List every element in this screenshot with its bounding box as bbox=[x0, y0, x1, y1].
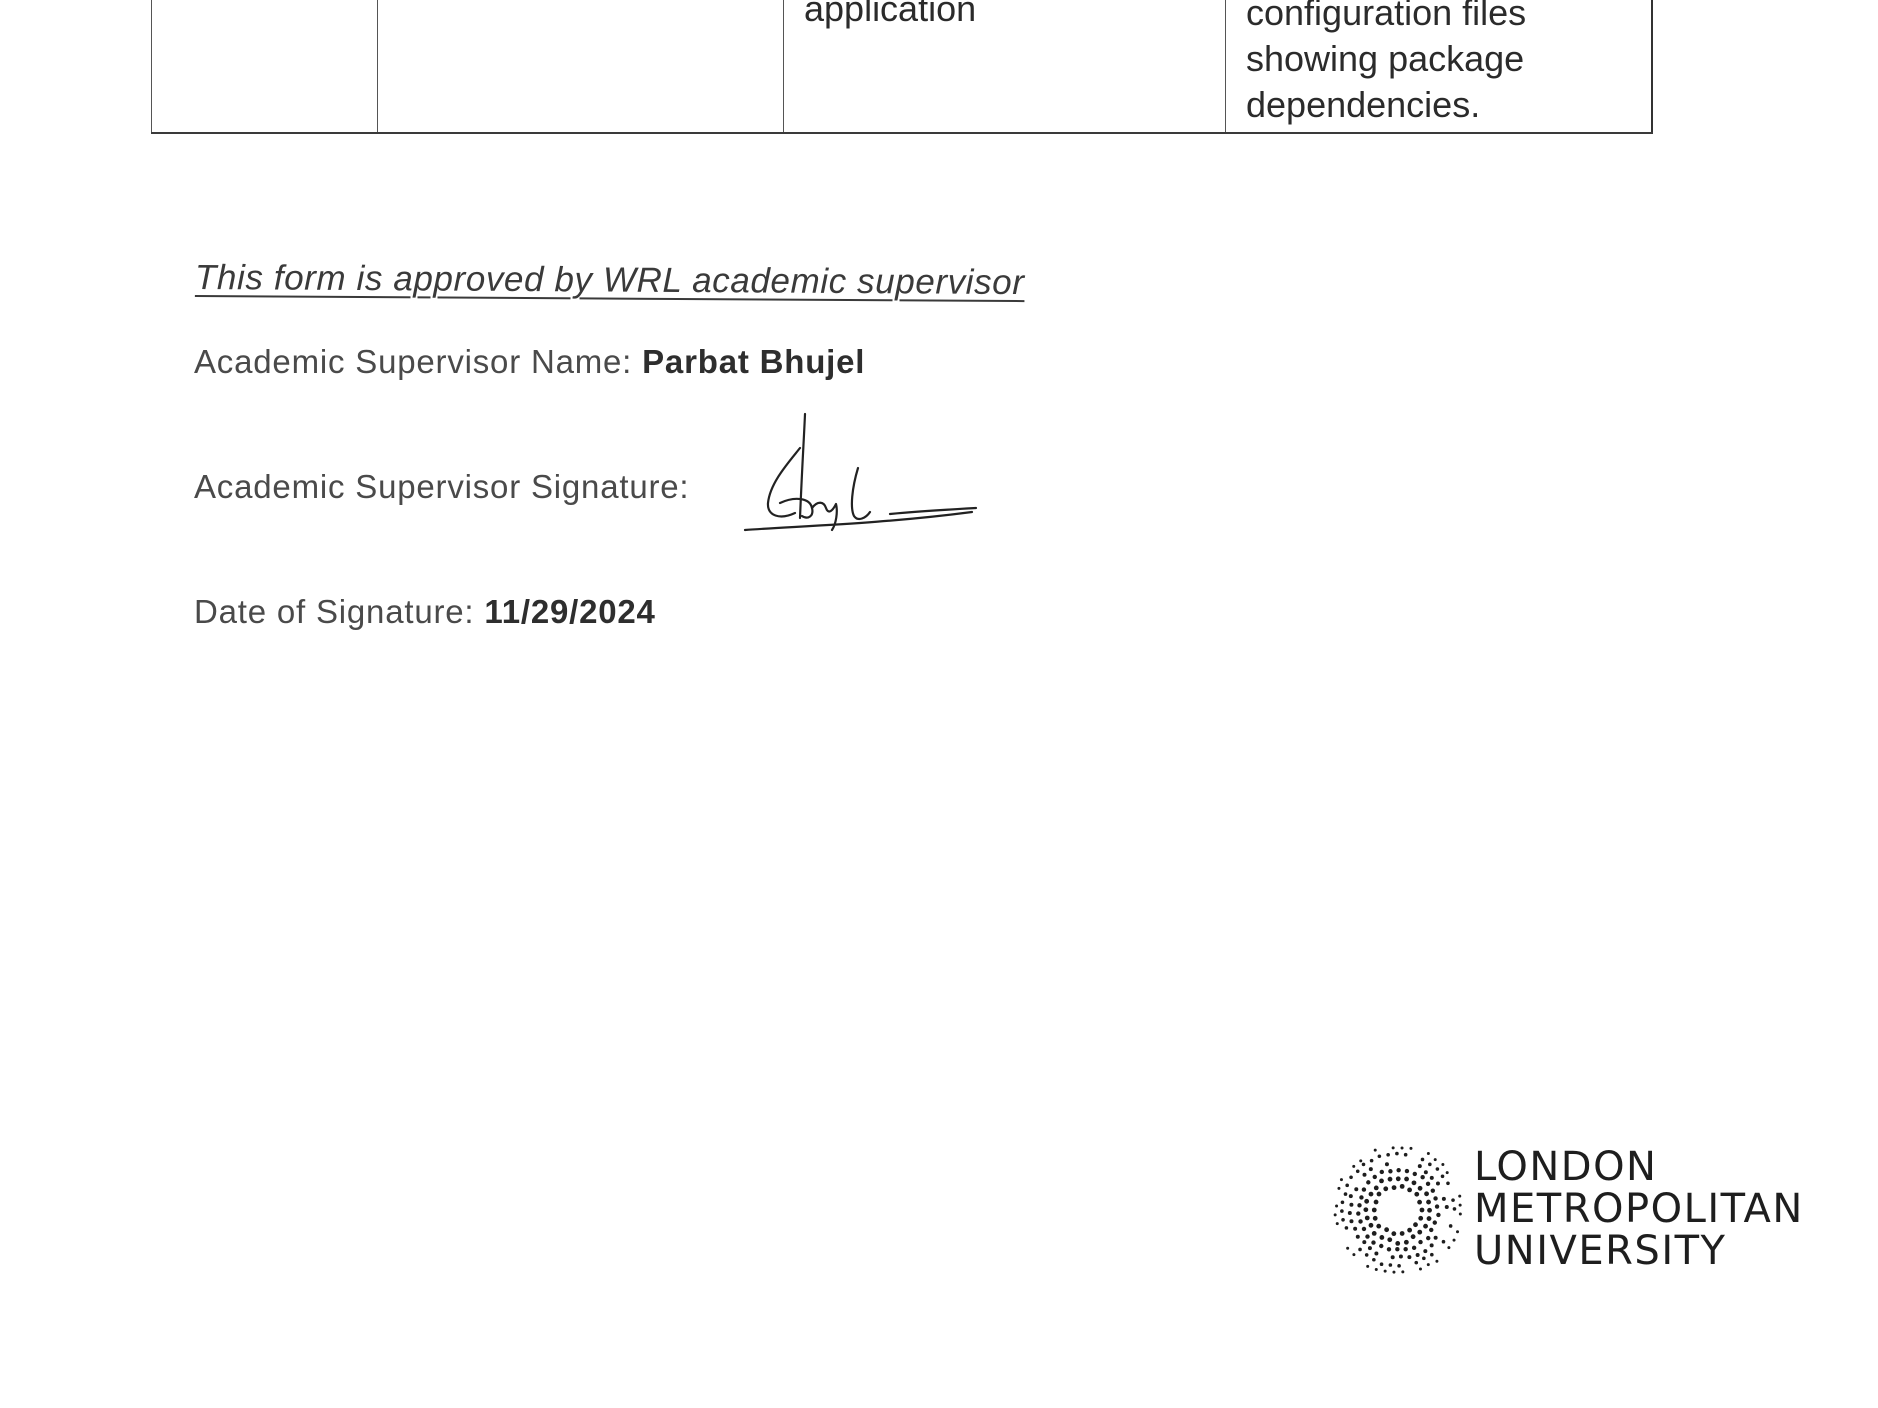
supervisor-name-value: Parbat Bhujel bbox=[642, 343, 866, 380]
signature-date-value: 11/29/2024 bbox=[484, 593, 656, 630]
dotted-ring-logo-icon bbox=[1333, 1146, 1462, 1274]
cell-text-line: showing package bbox=[1246, 38, 1525, 79]
supervisor-name-label: Academic Supervisor Name: bbox=[194, 343, 633, 380]
supervisor-name-row: Academic Supervisor Name: Parbat Bhujel bbox=[194, 343, 865, 381]
wordmark-line: UNIVERSITY bbox=[1474, 1228, 1727, 1274]
wordmark-line: LONDON bbox=[1474, 1144, 1658, 1190]
supervisor-signature-label: Academic Supervisor Signature: bbox=[194, 468, 690, 505]
document-page: application configuration files showing … bbox=[0, 0, 1878, 1408]
approval-statement: This form is approved by WRL academic su… bbox=[194, 258, 1025, 303]
signature-date-label: Date of Signature: bbox=[194, 593, 475, 630]
handwritten-signature bbox=[743, 412, 978, 532]
cell-text-line: configuration files bbox=[1246, 0, 1527, 33]
deliverables-table-fragment: application configuration files showing … bbox=[151, 0, 1653, 134]
table-cell-col2 bbox=[378, 0, 784, 132]
cell-text-block: configuration files showing package depe… bbox=[1246, 0, 1526, 128]
signature-date-row: Date of Signature: 11/29/2024 bbox=[194, 593, 656, 631]
cell-text-line: dependencies. bbox=[1246, 84, 1481, 125]
supervisor-signature-row: Academic Supervisor Signature: bbox=[194, 468, 689, 506]
university-logo: LONDON METROPOLITAN UNIVERSITY bbox=[1328, 1140, 1848, 1280]
table-cell-col3: application bbox=[784, 0, 1226, 132]
cell-text-line: application bbox=[804, 0, 977, 29]
university-wordmark: LONDON METROPOLITAN UNIVERSITY bbox=[1474, 1146, 1804, 1272]
table-cell-col1 bbox=[151, 0, 378, 132]
wordmark-line: METROPOLITAN bbox=[1474, 1186, 1804, 1232]
table-cell-col4: configuration files showing package depe… bbox=[1226, 0, 1653, 132]
